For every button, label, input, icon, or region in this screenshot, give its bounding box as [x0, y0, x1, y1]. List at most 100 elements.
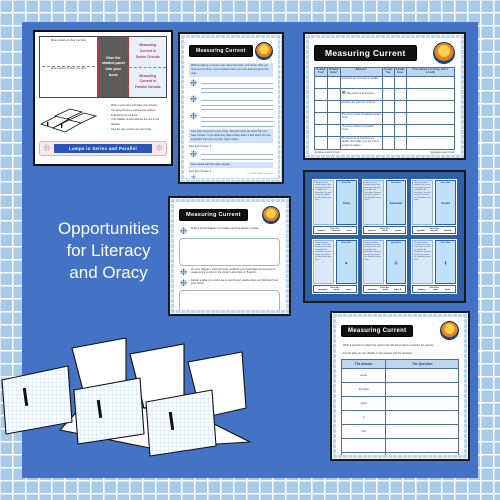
guess-word: Ammeter — [389, 201, 403, 206]
slide-answer-question-worksheet[interactable]: Measuring Current Write a question to wh… — [330, 311, 470, 461]
person-2-lines[interactable] — [201, 175, 273, 178]
person-1-entry[interactable]: ❉ — [189, 149, 273, 160]
taboo-word: measure — [331, 229, 341, 232]
person-1-lines[interactable] — [201, 150, 273, 160]
cell-probably-true[interactable] — [314, 123, 328, 137]
series-title-3: Series Circuits — [135, 54, 160, 59]
cell-probably-true[interactable] — [314, 135, 328, 151]
table-row[interactable]: ammeter — [340, 381, 459, 397]
table-row[interactable]: split — [340, 423, 459, 439]
worksheet-banner: Measuring Current — [341, 321, 459, 340]
battery-symbol-icon: ╋ — [444, 260, 447, 265]
answer-question-table[interactable]: The Answer The Question series ammeter a… — [340, 358, 459, 455]
taboo-card[interactable]: Give your partner enough clues to help t… — [311, 237, 359, 295]
taboo-word: parallel — [417, 229, 425, 232]
cell-actually-false[interactable] — [393, 99, 407, 113]
cell-correction[interactable] — [405, 123, 456, 137]
taboo-card[interactable]: Give your partner enough clues to help t… — [360, 178, 409, 236]
cell-question[interactable] — [385, 367, 459, 383]
table-row[interactable]: The current divides in a parallel circui… — [314, 123, 456, 137]
task-1-answer-box[interactable] — [179, 238, 280, 266]
table-row[interactable] — [340, 451, 459, 455]
cell-probably-false[interactable] — [326, 75, 341, 89]
taboo-card[interactable]: Give your partner enough clues to help t… — [410, 237, 458, 295]
fact-entry[interactable]: ❉ — [189, 112, 273, 128]
glue-line-1: Glue the — [106, 55, 121, 60]
cell-actually-false[interactable] — [393, 75, 407, 89]
cell-actually-false[interactable] — [393, 111, 407, 125]
col-probably-false: Probably False? — [326, 67, 341, 77]
slide-true-false-worksheet[interactable]: Measuring Current Probably True? Probabl… — [303, 32, 466, 160]
foldable-series-title: Measuring Current in Series Circuits — [129, 37, 166, 68]
cell-question[interactable] — [385, 423, 459, 439]
cell-actually-true[interactable] — [381, 75, 395, 89]
cell-correction[interactable] — [405, 135, 456, 151]
cell-probably-true[interactable] — [314, 75, 328, 89]
table-row[interactable]: The current in the branches of a paralle… — [314, 135, 456, 151]
cell-actually-true[interactable] — [381, 135, 395, 151]
cell-correction[interactable] — [405, 75, 456, 89]
fact-lines[interactable] — [201, 112, 273, 128]
cell-question[interactable] — [385, 451, 459, 455]
fact-lines[interactable] — [201, 95, 273, 111]
cell-correction[interactable] — [405, 87, 456, 101]
cell-statement: The current varies throughout a series c… — [339, 111, 383, 125]
cell-correction[interactable] — [405, 111, 456, 125]
sun-badge-icon — [440, 321, 459, 340]
col-actually-true: Actually True — [381, 67, 395, 77]
cell-question[interactable] — [385, 395, 459, 411]
table-row[interactable]: A — [340, 409, 459, 425]
true-false-table[interactable]: Probably True? Probably False? Statement… — [314, 67, 456, 151]
table-row[interactable]: series — [340, 367, 459, 383]
cell-probably-false[interactable] — [326, 99, 341, 113]
taboo-word: lines — [445, 289, 451, 291]
parallel-title-2: Current in — [139, 79, 156, 84]
slide-foldable-worksheet[interactable]: Draw a picture to show your facts Draw a… — [33, 30, 173, 166]
cell-actually-true[interactable] — [381, 99, 395, 113]
table-row[interactable]: The current varies throughout a series c… — [314, 111, 456, 125]
ammeter-letter-a-symbol-icon: Ⓐ — [394, 260, 398, 265]
cell-question[interactable] — [385, 409, 459, 425]
cell-actually-false[interactable] — [393, 123, 407, 137]
fact-lines[interactable] — [201, 79, 273, 94]
cell-correction[interactable] — [405, 99, 456, 113]
cell-answer[interactable] — [340, 437, 387, 453]
cell-probably-false[interactable] — [326, 135, 341, 151]
cell-statement: Electrons are used up in a circuit. — [339, 99, 383, 113]
col-actually-false: Actually False — [393, 67, 407, 77]
taboo-card[interactable]: Give your partner enough clues to help t… — [311, 178, 359, 236]
table-row[interactable]: Ammeters are connected in parallel. — [314, 75, 456, 89]
table-row[interactable]: ⊗ This symbol is an ammeter. — [314, 87, 456, 101]
cell-probably-false[interactable] — [326, 87, 341, 101]
table-row[interactable] — [340, 437, 459, 453]
foldable-instructions-row: Write in your facts and draw your pictur… — [39, 102, 167, 138]
cell-answer[interactable] — [340, 451, 387, 455]
fact-entry[interactable]: ❉ — [189, 78, 273, 94]
cell-probably-false[interactable] — [326, 111, 341, 125]
cell-actually-true[interactable] — [381, 87, 395, 101]
cell-probably-true[interactable] — [314, 87, 328, 101]
cell-question[interactable] — [385, 381, 459, 397]
cell-answer: ammeter — [340, 381, 387, 397]
task-1: ❉ Draw a circuit diagram of a battery an… — [179, 227, 280, 236]
person-2-entry[interactable]: ❉ — [189, 174, 273, 178]
cell-question[interactable] — [385, 437, 459, 453]
fact-entry[interactable]: ❉ — [189, 95, 273, 111]
slide-circuit-diagram-worksheet[interactable]: Measuring Current ❉ Draw a circuit diagr… — [168, 196, 291, 316]
cell-actually-true[interactable] — [381, 123, 395, 137]
taboo-card[interactable]: Give your partner enough clues to help t… — [410, 178, 458, 236]
cell-probably-false[interactable] — [326, 123, 341, 137]
cell-answer: amps — [340, 395, 387, 411]
cell-actually-false[interactable] — [393, 87, 407, 101]
cell-probably-true[interactable] — [314, 111, 328, 125]
cell-actually-true[interactable] — [381, 111, 395, 125]
table-row[interactable]: Electrons are used up in a circuit. — [314, 99, 456, 113]
table-row[interactable]: amps — [340, 395, 459, 411]
slide-three-facts-worksheet[interactable]: Measuring Current Without talking to any… — [178, 32, 284, 184]
cell-actually-false[interactable] — [393, 135, 407, 151]
slide-taboo-cards[interactable]: Give your partner enough clues to help t… — [303, 170, 466, 303]
cell-probably-true[interactable] — [314, 99, 328, 113]
cell-statement: The current divides in a parallel circui… — [339, 123, 383, 137]
taboo-card[interactable]: Give your partner enough clues to help t… — [360, 237, 409, 295]
task-3-answer-box[interactable] — [179, 290, 280, 310]
